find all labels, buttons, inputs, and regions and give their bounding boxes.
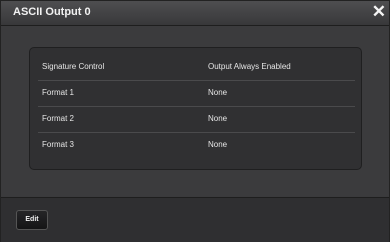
settings-table: Signature Control Output Always Enabled …	[29, 47, 362, 170]
row-value: None	[208, 114, 228, 123]
table-row: Signature Control Output Always Enabled	[38, 55, 355, 81]
row-value: None	[208, 88, 228, 97]
row-label: Format 1	[42, 88, 75, 97]
row-value: None	[208, 140, 228, 149]
table-row: Format 1 None	[38, 81, 355, 107]
row-label: Signature Control	[42, 62, 105, 71]
row-value: Output Always Enabled	[208, 62, 291, 71]
close-icon[interactable]: ✕	[372, 2, 386, 22]
dialog-content: Signature Control Output Always Enabled …	[1, 26, 389, 196]
dialog-titlebar: ASCII Output 0 ✕	[1, 1, 389, 26]
dialog-title: ASCII Output 0	[13, 6, 91, 18]
dialog-footer: Edit	[1, 197, 389, 242]
row-label: Format 3	[42, 140, 75, 149]
row-label: Format 2	[42, 114, 75, 123]
edit-button[interactable]: Edit	[16, 210, 48, 230]
ascii-output-dialog: ASCII Output 0 ✕ Signature Control Outpu…	[0, 0, 390, 242]
table-row: Format 2 None	[38, 107, 355, 133]
table-row: Format 3 None	[38, 133, 355, 159]
